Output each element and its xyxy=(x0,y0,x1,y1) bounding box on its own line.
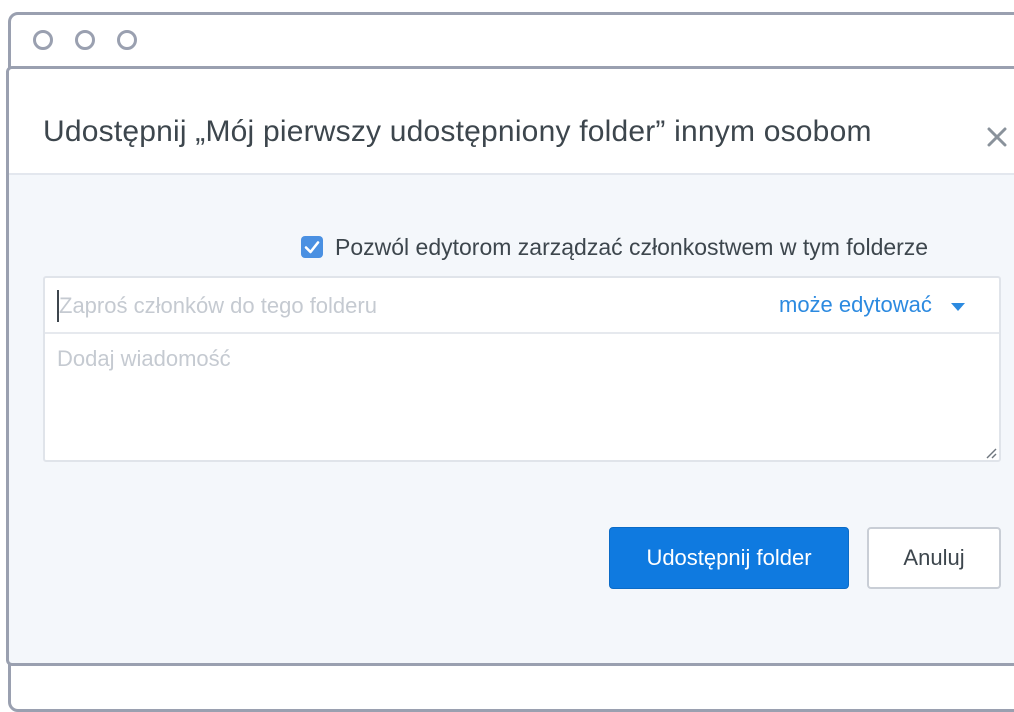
dialog-header: Udostępnij „Mój pierwszy udostępniony fo… xyxy=(9,69,1014,175)
check-icon xyxy=(304,241,320,254)
allow-editors-option: Pozwól edytorom zarządzać członkostwem w… xyxy=(299,233,999,263)
close-button[interactable] xyxy=(983,123,1011,151)
dialog-title: Udostępnij „Mój pierwszy udostępniony fo… xyxy=(43,115,872,148)
invite-form: może edytować xyxy=(43,276,1001,462)
cancel-button[interactable]: Anuluj xyxy=(867,527,1001,589)
share-folder-button[interactable]: Udostępnij folder xyxy=(609,527,849,589)
permission-label: może edytować xyxy=(779,292,932,317)
share-folder-dialog: Udostępnij „Mój pierwszy udostępniony fo… xyxy=(6,66,1014,666)
permission-dropdown[interactable]: może edytować xyxy=(779,292,966,322)
message-textarea[interactable] xyxy=(57,346,977,446)
window-control-close[interactable] xyxy=(33,30,53,50)
window-control-minimize[interactable] xyxy=(75,30,95,50)
allow-editors-label[interactable]: Pozwól edytorom zarządzać członkostwem w… xyxy=(335,234,928,261)
close-icon xyxy=(987,127,1007,147)
caret-down-icon xyxy=(950,299,966,317)
invite-row: może edytować xyxy=(45,278,999,334)
invite-members-input[interactable] xyxy=(59,286,739,326)
resize-handle-icon[interactable] xyxy=(985,446,997,459)
allow-editors-checkbox[interactable] xyxy=(301,236,323,258)
window-control-maximize[interactable] xyxy=(117,30,137,50)
